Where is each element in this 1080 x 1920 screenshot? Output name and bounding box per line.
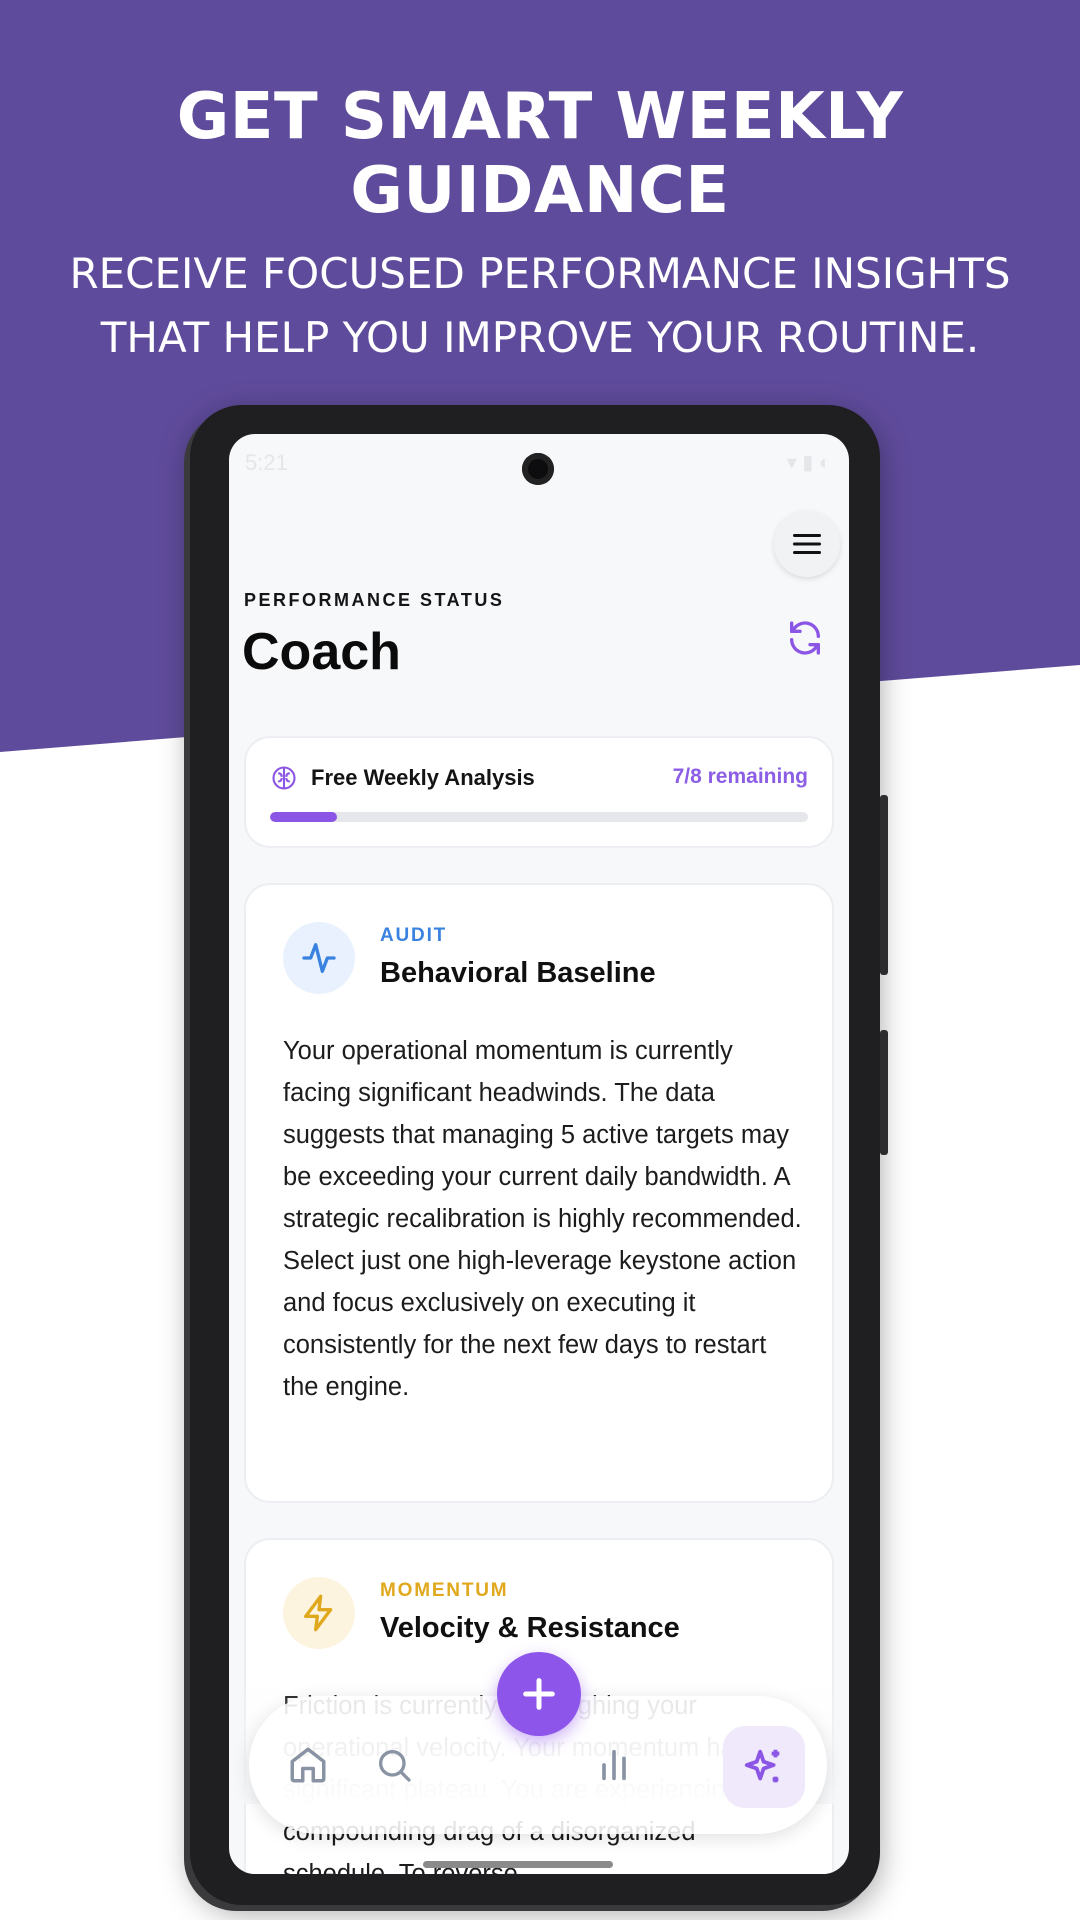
plus-icon	[523, 1678, 555, 1710]
card-body: Your operational momentum is currently f…	[283, 1037, 802, 1401]
promo-subline-line-2: THAT HELP YOU IMPROVE YOUR ROUTINE.	[100, 313, 980, 362]
nav-search[interactable]	[369, 1740, 419, 1790]
home-icon	[290, 1747, 326, 1783]
nav-coach[interactable]	[723, 1726, 805, 1808]
menu-button[interactable]	[774, 511, 840, 577]
refresh-icon[interactable]	[785, 618, 825, 658]
phone-side-button	[880, 1030, 888, 1155]
insight-card: AUDIT Behavioral Baseline Your operation…	[244, 883, 834, 1503]
phone-side-button	[880, 795, 888, 975]
card-tag: AUDIT	[380, 925, 448, 946]
promo-subline-line-1: RECEIVE FOCUSED PERFORMANCE INSIGHTS	[69, 249, 1011, 298]
app-screen: 5:21 ▾ ▮ ◐ PERFORMANCE STATUS Coach Free…	[229, 434, 849, 1874]
chart-icon	[602, 1749, 626, 1781]
hamburger-icon	[793, 534, 821, 554]
nav-stats[interactable]	[589, 1740, 639, 1790]
analysis-progress-bar	[270, 812, 808, 822]
home-indicator	[423, 1861, 613, 1868]
icon-badge	[283, 922, 355, 994]
nav-home[interactable]	[283, 1740, 333, 1790]
lightning-icon	[304, 1594, 333, 1632]
status-icons: ▾ ▮ ◐	[786, 452, 831, 474]
icon-badge	[283, 1577, 355, 1649]
activity-icon	[302, 943, 336, 973]
analysis-remaining: 7/8 remaining	[672, 765, 808, 788]
card-title: Behavioral Baseline	[380, 957, 656, 989]
analysis-progress-fill	[270, 812, 338, 822]
analysis-label: Free Weekly Analysis	[311, 765, 535, 790]
card-tag: MOMENTUM	[380, 1580, 509, 1601]
weekly-analysis-card: Free Weekly Analysis 7/8 remaining	[244, 736, 834, 848]
add-button[interactable]	[497, 1652, 581, 1736]
front-camera	[522, 453, 554, 485]
page-title: Coach	[242, 623, 401, 681]
brain-icon	[272, 766, 296, 790]
card-title: Velocity & Resistance	[380, 1612, 680, 1644]
search-icon	[379, 1750, 411, 1782]
page-eyebrow: PERFORMANCE STATUS	[244, 590, 505, 610]
status-time: 5:21	[245, 450, 288, 475]
promo-subline: RECEIVE FOCUSED PERFORMANCE INSIGHTS THA…	[0, 242, 1080, 370]
sparkles-icon	[744, 1749, 780, 1783]
promo-headline: GET SMART WEEKLY GUIDANCE	[176, 80, 904, 228]
